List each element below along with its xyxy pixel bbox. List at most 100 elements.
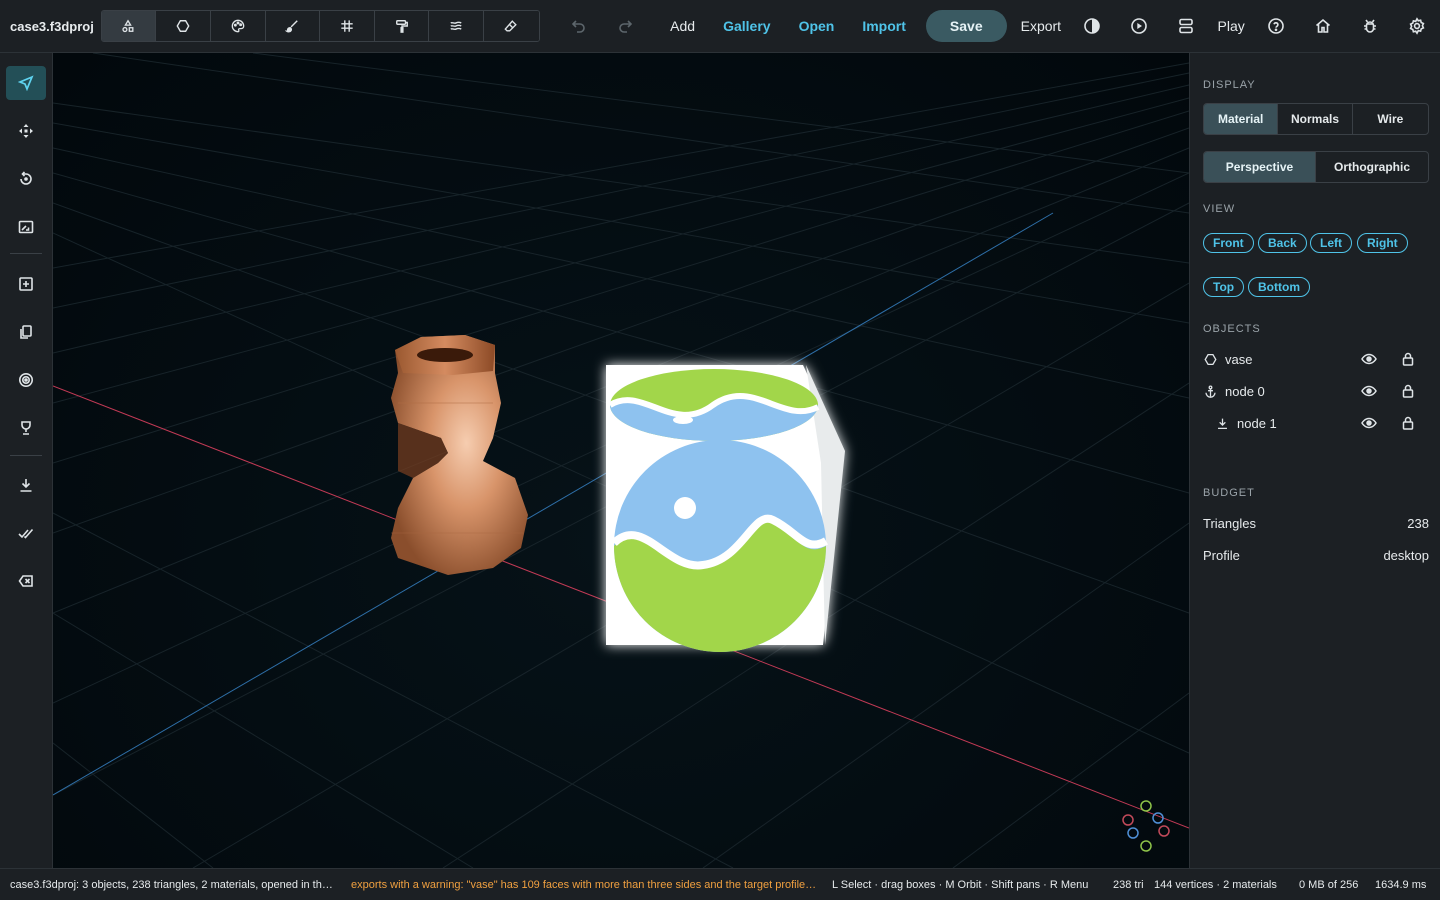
play-preview-button[interactable]	[1116, 2, 1163, 50]
redo-button[interactable]	[612, 12, 640, 40]
download-tool-button[interactable]	[6, 468, 46, 502]
paint-roller-mode-button[interactable]	[374, 11, 430, 41]
layers-mode-button[interactable]	[429, 11, 484, 41]
object-row-node-0[interactable]: node 0	[1203, 379, 1429, 403]
home-icon	[1315, 18, 1330, 33]
import-button[interactable]: Import	[848, 18, 920, 34]
budget-label: Triangles	[1203, 516, 1256, 531]
display-wire-button[interactable]: Wire	[1353, 104, 1428, 134]
help-icon	[1268, 18, 1284, 34]
display-normals-button[interactable]: Normals	[1278, 104, 1353, 134]
redo-icon	[618, 20, 632, 33]
trophy-tool-button[interactable]	[6, 411, 46, 445]
add-button[interactable]: Add	[656, 18, 709, 34]
brush-mode-button[interactable]	[265, 11, 321, 41]
move-tool-button[interactable]	[6, 114, 46, 148]
move-arrows-icon	[19, 124, 33, 138]
export-button[interactable]: Export	[1013, 18, 1069, 34]
lock-icon[interactable]	[1401, 384, 1415, 398]
theme-toggle-button[interactable]	[1069, 2, 1116, 50]
orthographic-button[interactable]: Orthographic	[1316, 152, 1428, 182]
perspective-button[interactable]: Perspective	[1204, 152, 1316, 182]
eraser-mode-button[interactable]	[483, 11, 539, 41]
mode-toolbar	[100, 10, 540, 42]
objects-section-title: OBJECTS	[1203, 323, 1261, 335]
help-button[interactable]	[1253, 2, 1300, 50]
backspace-icon	[18, 575, 33, 587]
lock-icon[interactable]	[1401, 416, 1415, 430]
grid-mode-button[interactable]	[320, 11, 375, 41]
palette-icon	[231, 19, 245, 33]
add-object-tool-button[interactable]	[6, 267, 46, 301]
status-warning[interactable]: exports with a warning: "vase" has 109 f…	[351, 879, 817, 891]
undo-button[interactable]	[564, 12, 592, 40]
contrast-icon	[1084, 18, 1101, 34]
paint-roller-icon	[395, 20, 408, 33]
budget-section-title: BUDGET	[1203, 487, 1255, 499]
delete-tool-button[interactable]	[6, 564, 46, 598]
rotate-tool-button[interactable]	[6, 162, 46, 196]
status-bar: case3.f3dproj: 3 objects, 238 triangles,…	[0, 868, 1440, 900]
display-material-button[interactable]: Material	[1204, 104, 1279, 134]
rotate-icon	[20, 171, 32, 185]
display-section-title: DISPLAY	[1203, 79, 1256, 91]
view-left-button[interactable]: Left	[1310, 233, 1352, 253]
inspector-panel: DISPLAY Material Normals Wire Perspectiv…	[1189, 53, 1440, 868]
grid-icon	[341, 20, 353, 32]
layers-icon	[450, 21, 462, 31]
budget-label: Profile	[1203, 548, 1240, 563]
view-right-button[interactable]: Right	[1357, 233, 1408, 253]
3d-viewport[interactable]	[53, 53, 1189, 868]
settings-button[interactable]	[1393, 2, 1440, 50]
cube-logo-top	[608, 369, 820, 441]
undo-icon	[571, 20, 585, 33]
project-filename: case3.f3dproj	[10, 18, 94, 34]
debug-button[interactable]	[1346, 2, 1393, 50]
open-button[interactable]: Open	[785, 18, 849, 34]
save-button[interactable]: Save	[925, 10, 1007, 42]
home-button[interactable]	[1300, 2, 1347, 50]
play-button[interactable]: Play	[1210, 18, 1253, 34]
view-front-button[interactable]: Front	[1203, 233, 1254, 253]
budget-value: desktop	[1383, 548, 1429, 563]
gallery-button[interactable]: Gallery	[709, 18, 784, 34]
scene-canvas[interactable]	[53, 53, 1189, 868]
visibility-eye-icon[interactable]	[1361, 351, 1377, 367]
shapes-mode-button[interactable]	[101, 11, 157, 41]
view-top-button[interactable]: Top	[1203, 277, 1245, 297]
lock-icon[interactable]	[1401, 352, 1415, 366]
object-row-node-1[interactable]: node 1	[1203, 411, 1429, 435]
view-bottom-button[interactable]: Bottom	[1248, 277, 1310, 297]
z-axis-line	[53, 212, 1054, 796]
layout-button[interactable]	[1163, 2, 1210, 50]
select-tool-button[interactable]	[6, 66, 46, 100]
axis-gizmo[interactable]	[1122, 800, 1170, 852]
object-row-vase[interactable]: vase	[1203, 347, 1429, 371]
cursor-arrow-icon	[18, 75, 34, 91]
plus-square-icon	[19, 277, 33, 291]
download-icon	[1215, 416, 1229, 430]
hexagon-icon	[176, 20, 190, 32]
duplicate-tool-button[interactable]	[6, 315, 46, 349]
budget-triangles-row: Triangles 238	[1203, 516, 1429, 531]
double-check-icon	[18, 528, 34, 539]
visibility-eye-icon[interactable]	[1361, 415, 1377, 431]
cube-logo-front	[611, 440, 828, 652]
target-icon	[19, 373, 33, 387]
toolbar-divider	[10, 253, 42, 254]
hexagon-icon	[1203, 352, 1217, 366]
view-back-button[interactable]: Back	[1258, 233, 1307, 253]
palette-mode-button[interactable]	[210, 11, 266, 41]
material-tool-button[interactable]	[6, 363, 46, 397]
budget-value: 238	[1407, 516, 1429, 531]
history-controls	[564, 12, 640, 40]
layout-icon	[1179, 18, 1193, 34]
validate-tool-button[interactable]	[6, 516, 46, 550]
visibility-eye-icon[interactable]	[1361, 383, 1377, 399]
copy-icon	[20, 325, 32, 339]
hexagon-mode-button[interactable]	[156, 11, 211, 41]
bug-icon	[1363, 19, 1376, 33]
status-memory: 0 MB of 256	[1299, 878, 1359, 891]
scale-tool-button[interactable]	[6, 210, 46, 244]
object-label: node 0	[1225, 383, 1265, 399]
